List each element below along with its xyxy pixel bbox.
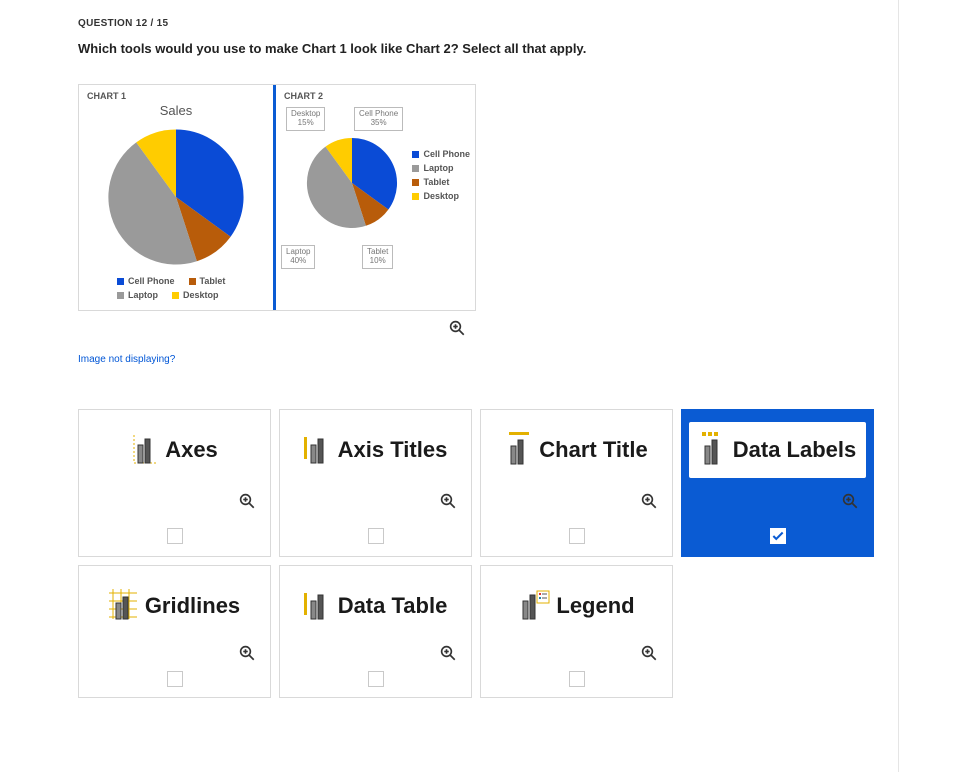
option-chart-title[interactable]: Chart Title: [480, 409, 673, 557]
zoom-icon[interactable]: [238, 492, 256, 513]
chart-1-legend: Cell Phone Tablet Laptop Desktop: [87, 272, 265, 300]
chart-1-label: CHART 1: [87, 91, 265, 101]
legend-item: Cell Phone: [412, 149, 470, 159]
option-legend[interactable]: Legend: [480, 565, 673, 698]
chart-comparison-image: CHART 1 Sales Cell Phone: [78, 84, 476, 311]
callout-desktop: Desktop 15%: [286, 107, 325, 131]
option-label: Axis Titles: [338, 437, 448, 463]
legend-item: Desktop: [412, 191, 470, 201]
chart-2-legend: Cell Phone Laptop Tablet Desktop: [412, 149, 470, 201]
data-table-icon: [304, 589, 332, 624]
gridlines-icon: [109, 589, 139, 624]
option-checkbox[interactable]: [368, 528, 384, 544]
chart-1-panel: CHART 1 Sales Cell Phone: [79, 85, 276, 310]
option-checkbox[interactable]: [167, 671, 183, 687]
axis-titles-icon: [304, 433, 332, 468]
legend-item: Tablet: [189, 276, 226, 286]
chart-1-title: Sales: [87, 103, 265, 118]
zoom-icon[interactable]: [640, 492, 658, 513]
image-not-displaying-link[interactable]: Image not displaying?: [78, 354, 899, 365]
zoom-icon[interactable]: [238, 644, 256, 665]
chart-2-pie: [302, 133, 402, 233]
option-label: Chart Title: [539, 437, 647, 463]
option-checkbox[interactable]: [167, 528, 183, 544]
legend-item: Desktop: [172, 290, 219, 300]
option-label: Gridlines: [145, 593, 240, 619]
option-axis-titles[interactable]: Axis Titles: [279, 409, 472, 557]
legend-item: Laptop: [412, 163, 470, 173]
option-label: Axes: [165, 437, 218, 463]
content-right-border: [898, 0, 899, 772]
option-data-labels[interactable]: Data Labels: [681, 409, 874, 557]
legend-item: Laptop: [117, 290, 158, 300]
legend-icon: [518, 589, 550, 624]
chart-2-panel: CHART 2 Desktop 15% Cell Phone 35% Lapto…: [276, 85, 474, 310]
chart-title-icon: [505, 432, 533, 469]
axes-icon: [131, 433, 159, 468]
option-axes[interactable]: Axes: [78, 409, 271, 557]
option-label: Data Labels: [733, 437, 857, 463]
option-label: Legend: [556, 593, 634, 619]
data-labels-icon: [699, 432, 727, 469]
zoom-icon[interactable]: [439, 644, 457, 665]
callout-tablet: Tablet 10%: [362, 245, 393, 269]
zoom-icon[interactable]: [448, 319, 466, 340]
callout-cellphone: Cell Phone 35%: [354, 107, 403, 131]
option-gridlines[interactable]: Gridlines: [78, 565, 271, 698]
option-label: Data Table: [338, 593, 448, 619]
option-checkbox[interactable]: [569, 528, 585, 544]
zoom-icon[interactable]: [439, 492, 457, 513]
answer-options: Axes Axis Titles: [78, 409, 874, 698]
option-checkbox[interactable]: [770, 528, 786, 544]
zoom-icon[interactable]: [640, 644, 658, 665]
option-checkbox[interactable]: [368, 671, 384, 687]
callout-laptop: Laptop 40%: [281, 245, 315, 269]
option-data-table[interactable]: Data Table: [279, 565, 472, 698]
question-text: Which tools would you use to make Chart …: [78, 41, 899, 56]
chart-2-label: CHART 2: [284, 91, 466, 101]
legend-item: Tablet: [412, 177, 470, 187]
option-checkbox[interactable]: [569, 671, 585, 687]
chart-1-pie: [101, 122, 251, 272]
legend-item: Cell Phone: [117, 276, 175, 286]
zoom-icon[interactable]: [841, 492, 859, 513]
question-number: QUESTION 12 / 15: [78, 18, 899, 29]
